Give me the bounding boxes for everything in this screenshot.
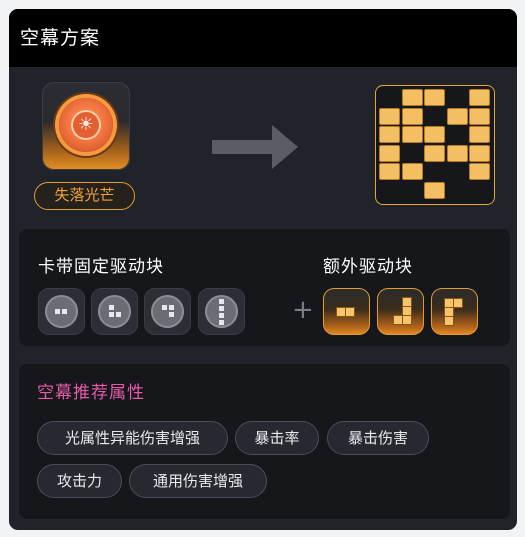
grid-cell xyxy=(379,107,400,125)
item-icon[interactable]: ☀ xyxy=(42,82,130,170)
tromino-l-icon xyxy=(98,295,131,328)
grid-cell xyxy=(469,144,490,162)
attribute-tag[interactable]: 暴击率 xyxy=(235,421,319,455)
fixed-blocks-title: 卡带固定驱动块 xyxy=(38,257,164,277)
fixed-slot-2[interactable] xyxy=(91,288,138,335)
grid-cell xyxy=(469,126,490,144)
grid-cell xyxy=(379,144,400,162)
grid-cell xyxy=(379,126,400,144)
attribute-tag[interactable]: 攻击力 xyxy=(37,464,122,498)
grid-cell xyxy=(469,89,490,106)
extra-slot-2[interactable] xyxy=(377,288,424,335)
grid-cell xyxy=(424,144,445,162)
grid-cell xyxy=(401,126,423,144)
fixed-slot-1[interactable] xyxy=(38,288,85,335)
domino-icon xyxy=(45,295,78,328)
grid-cell xyxy=(424,126,445,144)
extra-slot-1[interactable] xyxy=(323,288,370,335)
grid-cell xyxy=(446,144,468,162)
item-name-tag[interactable]: 失落光芒 xyxy=(34,182,135,210)
grid-cell xyxy=(446,107,468,125)
grid-cell xyxy=(379,163,400,181)
attributes-card: 空幕推荐属性 光属性异能伤害增强 暴击率 暴击伤害 攻击力 通用伤害增强 xyxy=(19,364,510,519)
fixed-slot-3[interactable] xyxy=(144,288,191,335)
arrow-right-icon xyxy=(212,125,298,169)
sun-glyph-icon: ☀ xyxy=(77,114,95,135)
grid-cell xyxy=(424,89,445,106)
plus-icon: + xyxy=(292,295,314,325)
block-grid[interactable] xyxy=(375,85,495,205)
grid-cell xyxy=(401,107,423,125)
attribute-tag[interactable]: 光属性异能伤害增强 xyxy=(37,421,228,455)
drive-blocks-card: 卡带固定驱动块 额外驱动块 + xyxy=(19,229,510,346)
compass-disc-icon: ☀ xyxy=(59,98,113,152)
attribute-tag[interactable]: 暴击伤害 xyxy=(327,421,429,455)
fixed-slot-4[interactable] xyxy=(198,288,245,335)
grid-cell xyxy=(469,163,490,181)
grid-cell xyxy=(401,163,423,181)
extra-slot-3[interactable] xyxy=(431,288,478,335)
disc-center: ☀ xyxy=(71,110,101,140)
extra-blocks-title: 额外驱动块 xyxy=(323,257,413,277)
grid-cell xyxy=(424,182,445,199)
grid-cell xyxy=(469,107,490,125)
attribute-tag[interactable]: 通用伤害增强 xyxy=(129,464,267,498)
header-bar: 空幕方案 xyxy=(9,9,517,67)
page-title: 空幕方案 xyxy=(20,27,101,49)
scheme-panel: 空幕方案 ☀ 失落光芒 卡带固定驱动块 额外驱动块 + 空幕推荐属性 光属性异能… xyxy=(9,9,517,530)
tetromino-i-icon xyxy=(205,295,238,328)
attributes-title: 空幕推荐属性 xyxy=(37,383,145,403)
tromino-l-icon xyxy=(151,295,184,328)
grid-cell xyxy=(401,89,423,106)
